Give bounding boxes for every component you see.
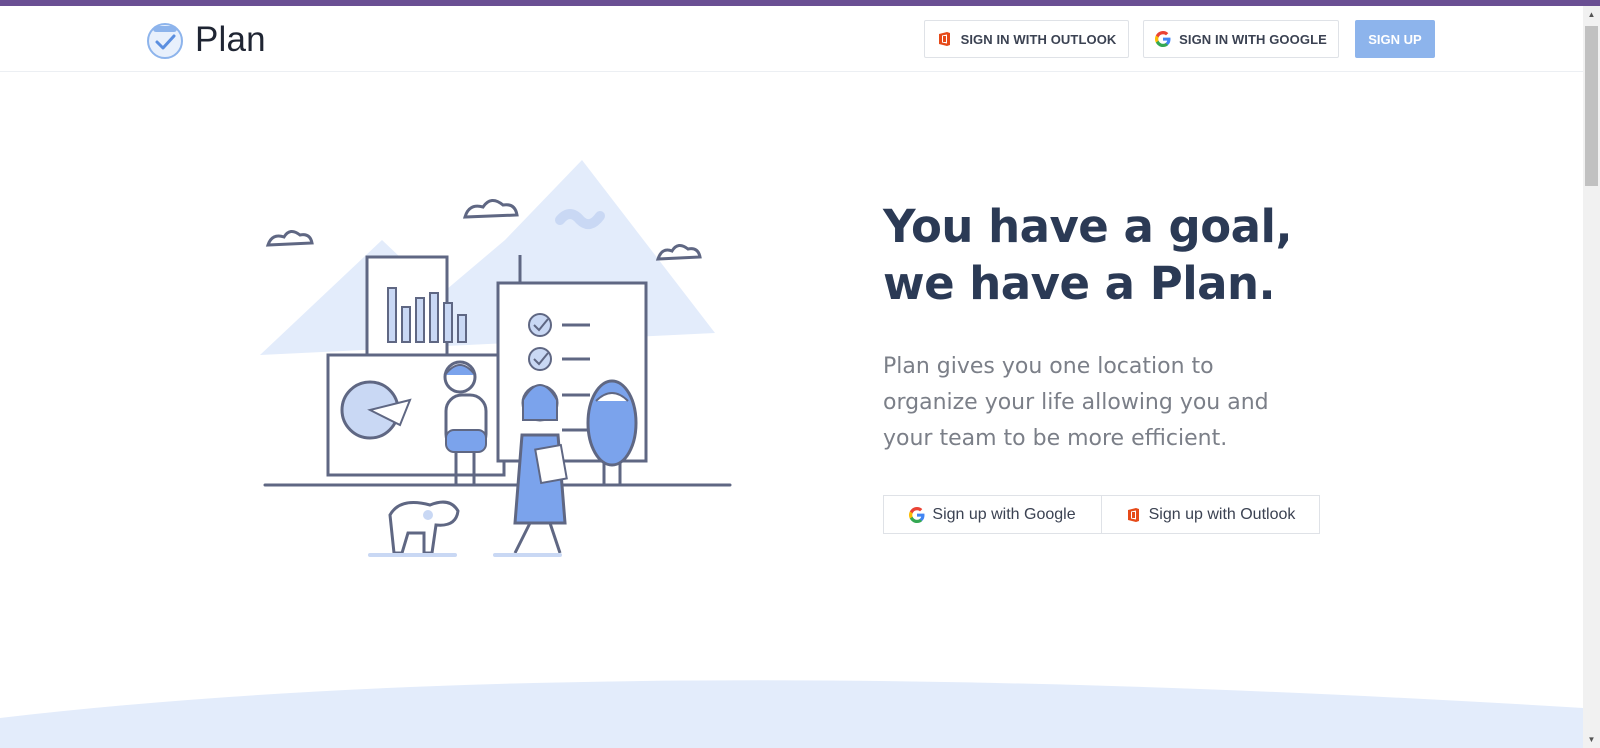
brand-name: Plan (195, 20, 266, 59)
office-icon (938, 32, 950, 46)
scrollbar-thumb[interactable] (1585, 26, 1598, 186)
sign-in-google-button[interactable]: SIGN IN WITH GOOGLE (1143, 20, 1339, 58)
hero-illustration (260, 160, 732, 557)
scroll-up-arrow-icon[interactable]: ▲ (1583, 6, 1600, 23)
sign-up-google-label: Sign up with Google (932, 505, 1076, 523)
bottom-wave-decoration (0, 680, 1583, 748)
sign-up-google-button[interactable]: Sign up with Google (883, 495, 1102, 534)
sign-up-button[interactable]: SIGN UP (1355, 20, 1435, 58)
sign-up-outlook-label: Sign up with Outlook (1148, 505, 1296, 523)
signup-cta-row: Sign up with Google Sign up with Outlook (883, 495, 1320, 534)
hero-subtext: Plan gives you one location to organize … (883, 354, 1269, 451)
sign-up-outlook-button[interactable]: Sign up with Outlook (1101, 495, 1320, 534)
hero-headline-line-2: we have a Plan. (883, 257, 1276, 310)
sign-in-outlook-button[interactable]: SIGN IN WITH OUTLOOK (924, 20, 1129, 58)
office-icon (1127, 507, 1139, 522)
google-g-icon (1155, 31, 1171, 47)
plan-logo-icon (147, 23, 183, 59)
hero-text: You have a goal, we have a Plan. Plan gi… (883, 198, 1343, 457)
brand[interactable]: Plan (146, 20, 266, 60)
hero-headline-line-1: You have a goal, (883, 200, 1293, 253)
sign-in-outlook-label: SIGN IN WITH OUTLOOK (960, 31, 1117, 47)
site-header: Plan SIGN IN WITH OUTLOOK SIGN IN WITH G… (0, 6, 1583, 72)
google-g-icon (909, 506, 925, 523)
vertical-scrollbar[interactable]: ▲ ▼ (1583, 6, 1600, 748)
sign-up-label: SIGN UP (1368, 31, 1422, 47)
sign-in-google-label: SIGN IN WITH GOOGLE (1179, 31, 1327, 47)
hero-headline: You have a goal, we have a Plan. (883, 198, 1343, 312)
scroll-down-arrow-icon[interactable]: ▼ (1583, 731, 1600, 748)
